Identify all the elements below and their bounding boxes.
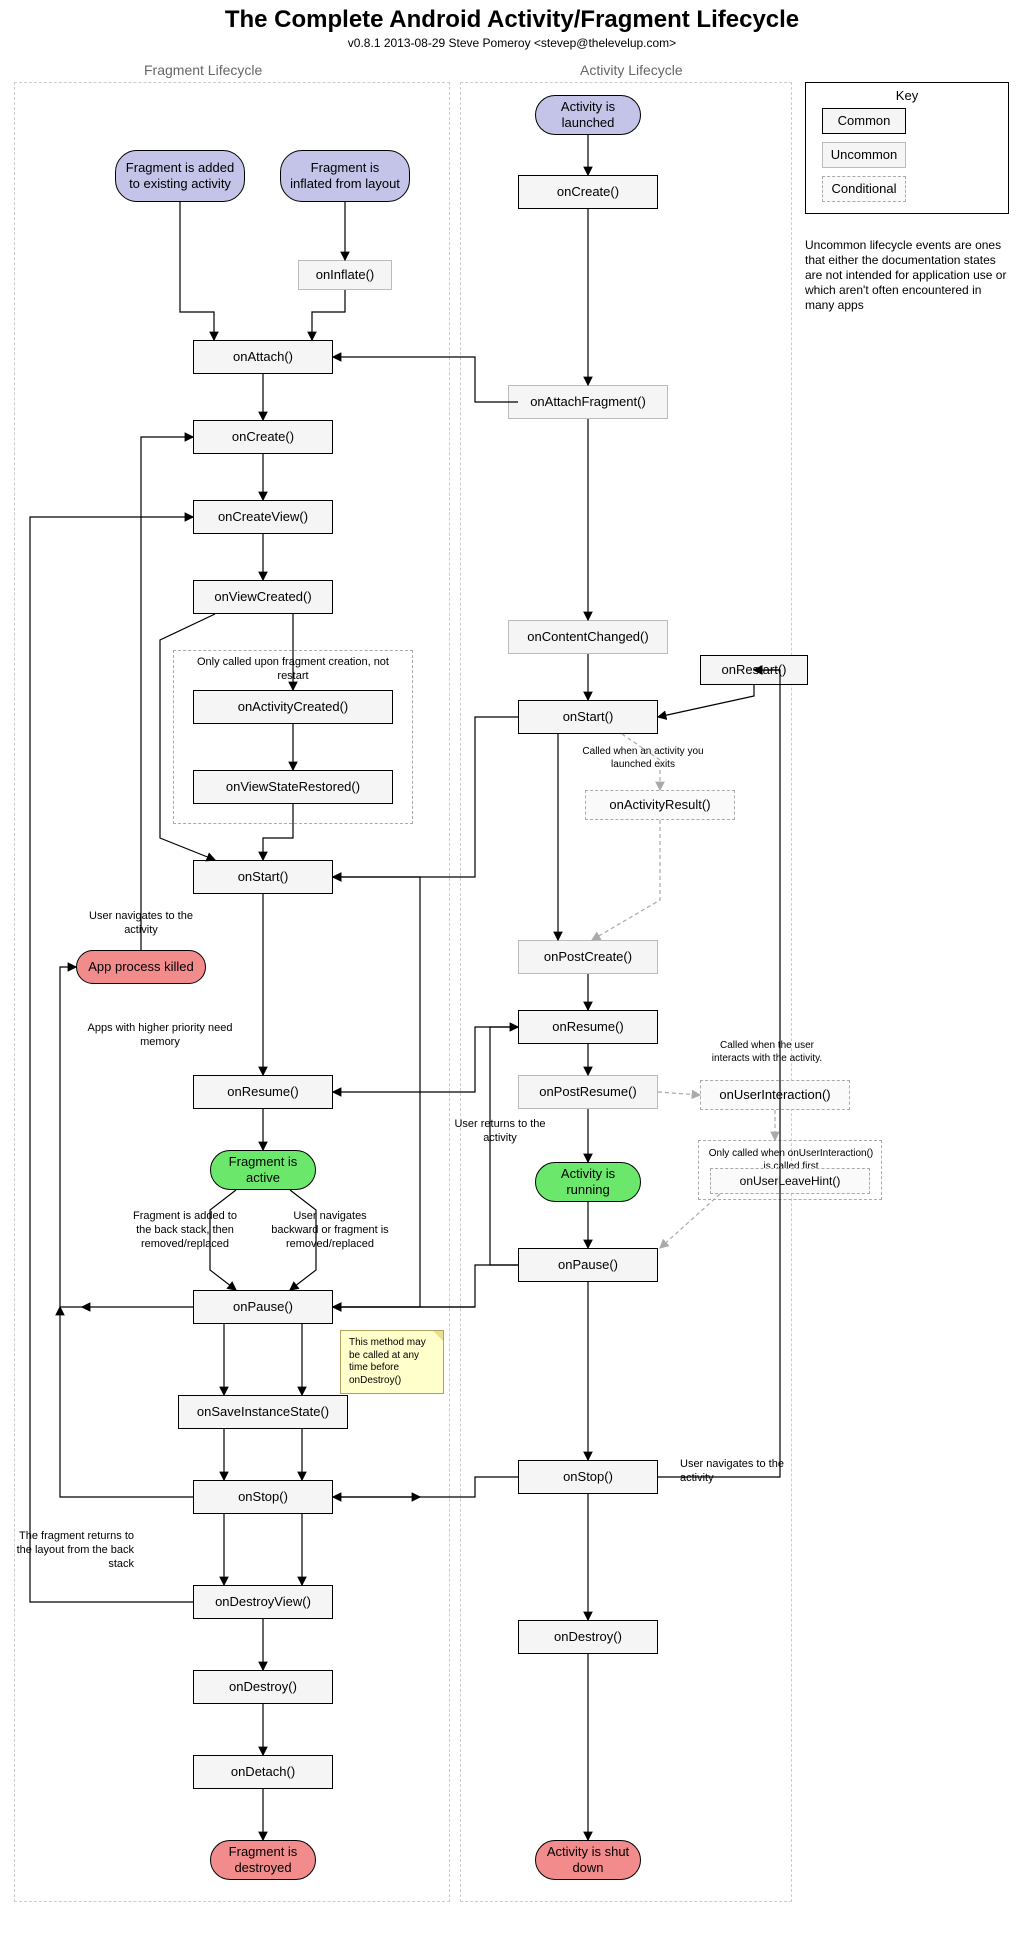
frag-onActivityCreated: onActivityCreated() xyxy=(193,690,393,724)
frag-onPause: onPause() xyxy=(193,1290,333,1324)
frag-onSave: onSaveInstanceState() xyxy=(178,1395,348,1429)
fragment-region-label: Fragment Lifecycle xyxy=(144,62,262,78)
act-onStop: onStop() xyxy=(518,1460,658,1494)
act-running: Activity is running xyxy=(535,1162,641,1202)
frag-onViewCreated: onViewCreated() xyxy=(193,580,333,614)
frag-pause-right: User navigates backward or fragment is r… xyxy=(270,1210,390,1251)
act-onPostResume: onPostResume() xyxy=(518,1075,658,1109)
page-subtitle: v0.8.1 2013-08-29 Steve Pomeroy <stevep@… xyxy=(0,36,1024,50)
frag-onResume: onResume() xyxy=(193,1075,333,1109)
page-title: The Complete Android Activity/Fragment L… xyxy=(0,6,1024,34)
act-onRestart: onRestart() xyxy=(700,655,808,685)
key-common: Common xyxy=(822,108,906,134)
frag-onDestroy: onDestroy() xyxy=(193,1670,333,1704)
frag-onDetach: onDetach() xyxy=(193,1755,333,1789)
frag-added: Fragment is added to existing activity xyxy=(115,150,245,202)
frag-nav-to-activity: User navigates to the activity xyxy=(86,910,196,938)
frag-onInflate: onInflate() xyxy=(298,260,392,290)
activity-region-label: Activity Lifecycle xyxy=(580,62,683,78)
frag-save-note: This method may be called at any time be… xyxy=(340,1330,444,1394)
frag-creation-note: Only called upon fragment creation, not … xyxy=(193,656,393,684)
act-onAttachFragment: onAttachFragment() xyxy=(508,385,668,419)
act-onContentChanged: onContentChanged() xyxy=(508,620,668,654)
act-onPostCreate: onPostCreate() xyxy=(518,940,658,974)
key-conditional: Conditional xyxy=(822,176,906,202)
lifecycle-diagram: The Complete Android Activity/Fragment L… xyxy=(0,0,1024,1950)
act-result-note: Called when an activity you launched exi… xyxy=(568,746,718,771)
frag-killed: App process killed xyxy=(76,950,206,984)
act-onActivityResult: onActivityResult() xyxy=(585,790,735,820)
act-onStart: onStart() xyxy=(518,700,658,734)
act-onUserInteraction: onUserInteraction() xyxy=(700,1080,850,1110)
frag-onStop: onStop() xyxy=(193,1480,333,1514)
frag-pause-left: Fragment is added to the back stack, the… xyxy=(130,1210,240,1251)
act-launched: Activity is launched xyxy=(535,95,641,135)
act-user-returns: User returns to the activity xyxy=(452,1118,548,1146)
frag-onStart: onStart() xyxy=(193,860,333,894)
act-onUserLeaveHint: onUserLeaveHint() xyxy=(710,1168,870,1194)
frag-destroyed: Fragment is destroyed xyxy=(210,1840,316,1880)
frag-backstack-note: The fragment returns to the layout from … xyxy=(14,1530,134,1571)
frag-onViewStateRestored: onViewStateRestored() xyxy=(193,770,393,804)
frag-onDestroyView: onDestroyView() xyxy=(193,1585,333,1619)
frag-onCreate: onCreate() xyxy=(193,420,333,454)
frag-onAttach: onAttach() xyxy=(193,340,333,374)
frag-need-memory: Apps with higher priority need memory xyxy=(70,1022,250,1050)
frag-active: Fragment is active xyxy=(210,1150,316,1190)
act-onPause: onPause() xyxy=(518,1248,658,1282)
frag-onCreateView: onCreateView() xyxy=(193,500,333,534)
act-stop-nav: User navigates to the activity xyxy=(680,1458,790,1486)
key-note: Uncommon lifecycle events are ones that … xyxy=(805,238,1009,313)
act-onResume: onResume() xyxy=(518,1010,658,1044)
key-uncommon: Uncommon xyxy=(822,142,906,168)
act-shutdown: Activity is shut down xyxy=(535,1840,641,1880)
act-ui-note: Called when the user interacts with the … xyxy=(702,1040,832,1065)
frag-inflated: Fragment is inflated from layout xyxy=(280,150,410,202)
key-title: Key xyxy=(805,88,1009,103)
act-onCreate: onCreate() xyxy=(518,175,658,209)
act-onDestroy: onDestroy() xyxy=(518,1620,658,1654)
